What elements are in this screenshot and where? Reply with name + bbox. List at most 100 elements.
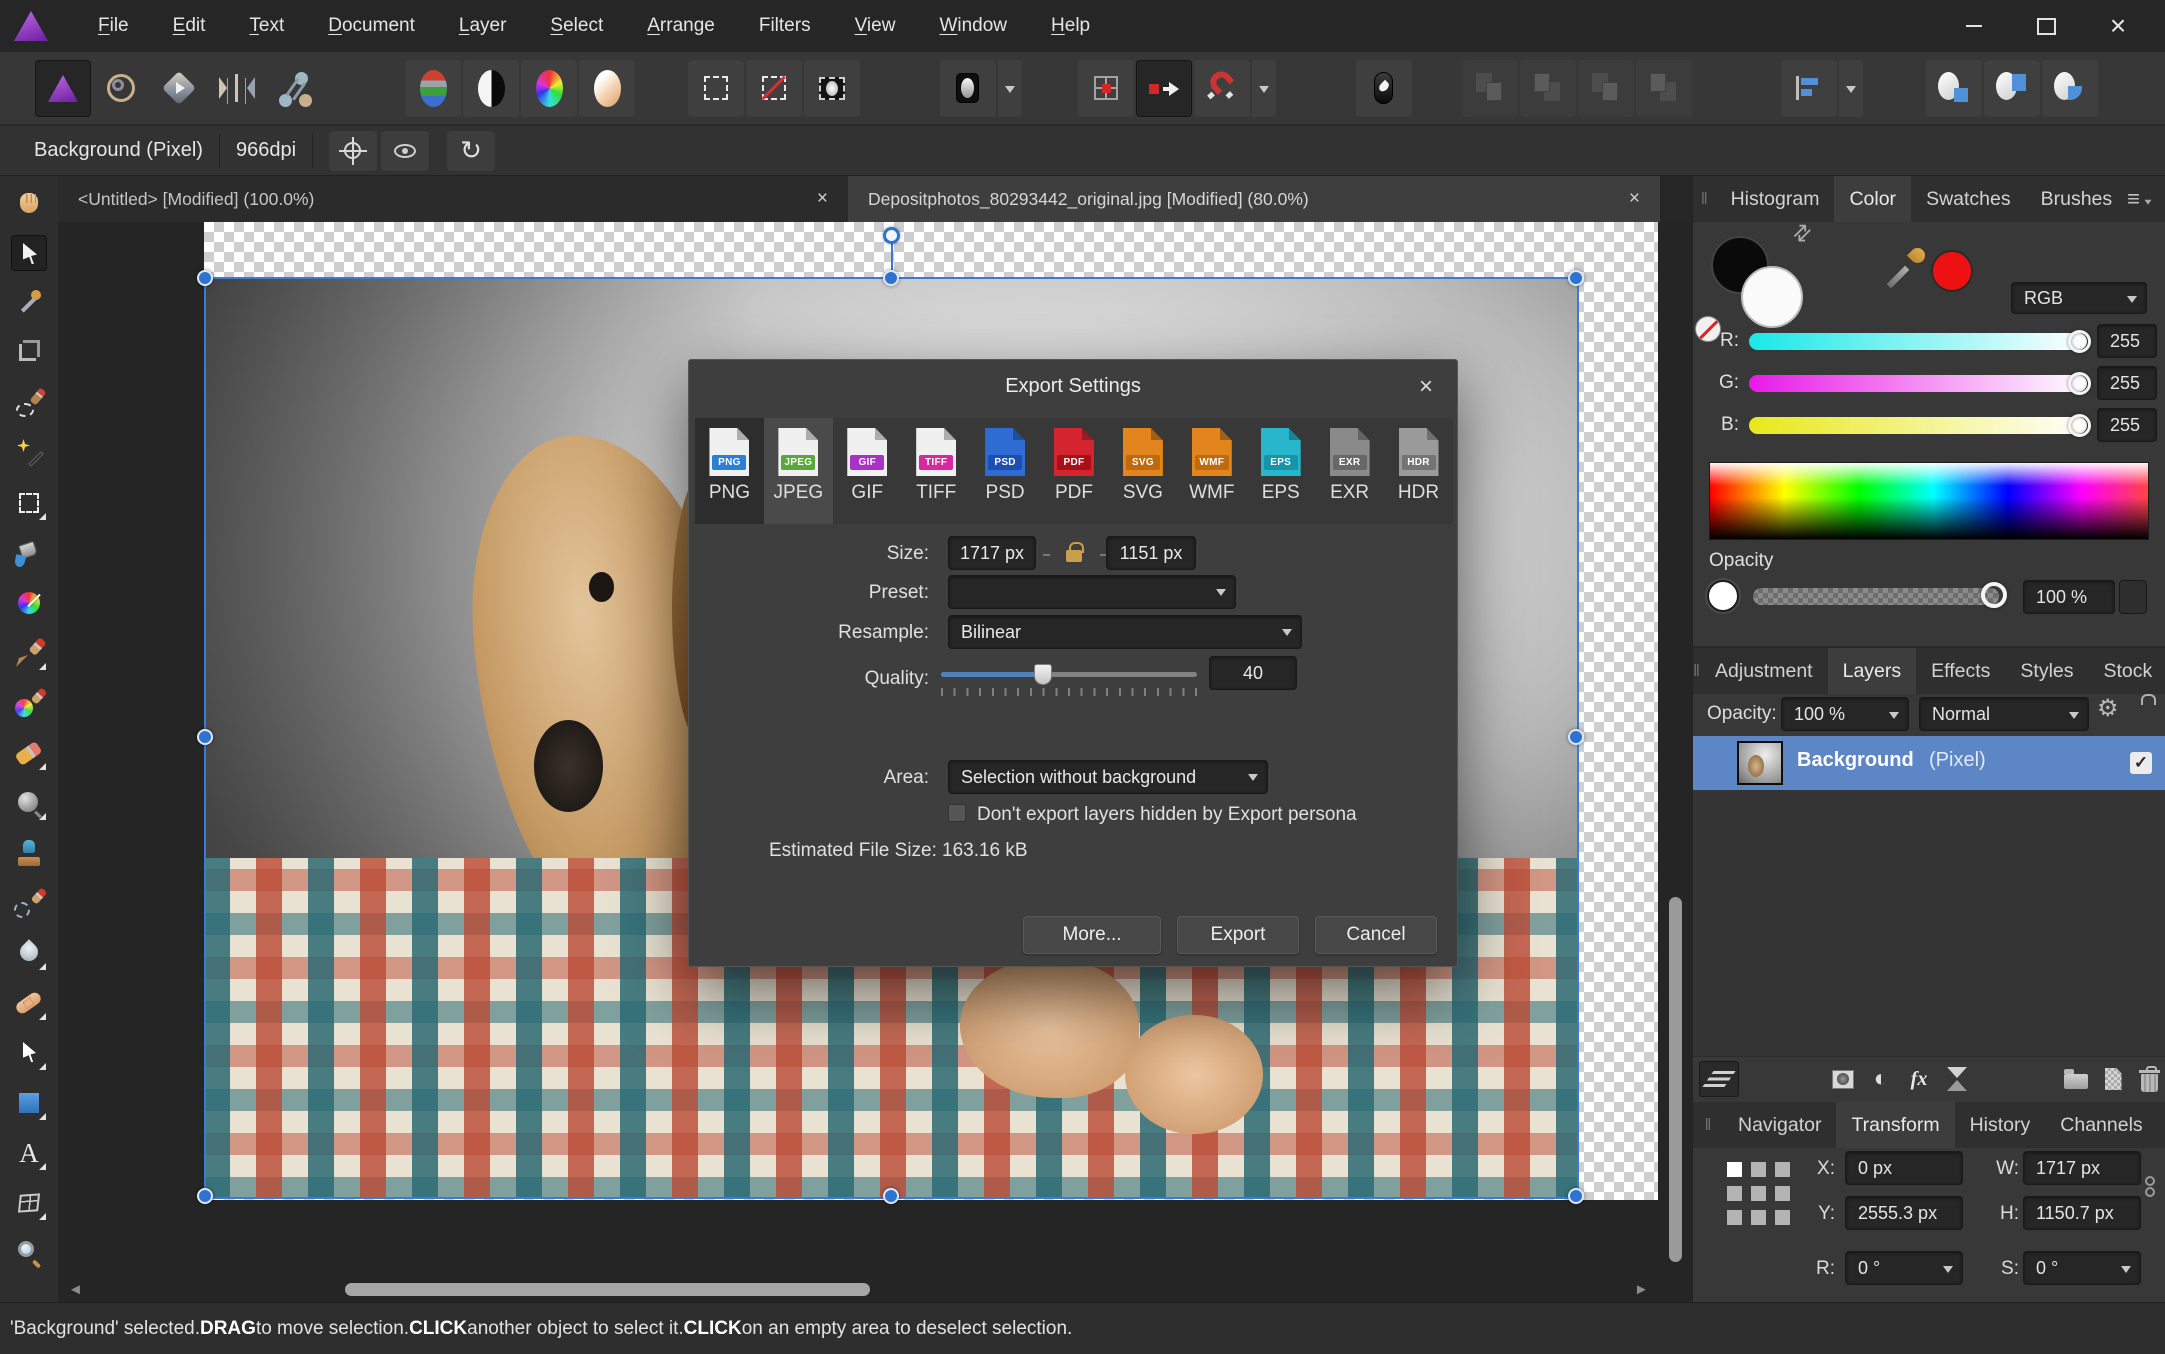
menu-document[interactable]: Document [306,7,437,45]
menu-arrange[interactable]: Arrange [625,7,737,45]
horizontal-scrollbar[interactable] [345,1283,870,1296]
format-wmf[interactable]: WMF WMF [1177,418,1246,524]
cancel-button[interactable]: Cancel [1315,916,1437,954]
tab-styles[interactable]: Styles [2005,648,2088,694]
format-pdf[interactable]: PDF PDF [1040,418,1109,524]
move-tool[interactable] [11,235,47,271]
photo-persona-button[interactable] [35,60,91,117]
tab-transform[interactable]: Transform [1836,1102,1955,1148]
marquee-tool[interactable] [11,485,47,521]
quality-slider-thumb[interactable] [1034,664,1053,685]
layer-row-background[interactable]: Background (Pixel) ✓ [1693,736,2165,790]
swap-colors-icon[interactable]: ⇄ [1787,217,1818,248]
delete-layer-button[interactable] [2133,1058,2165,1100]
format-psd[interactable]: PSD PSD [971,418,1040,524]
flood-select-tool[interactable] [11,435,47,471]
y-input[interactable]: 2555.3 px [1845,1196,1963,1230]
menu-file[interactable]: File [76,7,151,45]
format-eps[interactable]: EPS EPS [1246,418,1315,524]
resample-dropdown[interactable]: Bilinear [948,615,1302,649]
white-balance-adjustment-button[interactable] [579,60,635,117]
export-persona-button[interactable] [267,60,323,117]
black-white-adjustment-button[interactable] [463,60,519,117]
opacity-swatch[interactable] [1707,580,1739,612]
crop-tool[interactable] [11,335,47,371]
dodge-brush-tool[interactable] [11,785,47,821]
levels-adjustment-button[interactable] [405,60,461,117]
erase-brush-tool[interactable] [11,735,47,771]
undo-brush-tool[interactable] [11,885,48,921]
format-hdr[interactable]: HDR HDR [1384,418,1453,524]
slider-track[interactable] [1749,414,2091,437]
slider-value[interactable]: 255 [2097,408,2157,442]
blend-mode-dropdown[interactable]: Normal [1919,697,2089,731]
color-spectrum[interactable] [1709,462,2149,540]
anchor-point-selector[interactable] [1727,1162,1790,1225]
shear-dropdown[interactable]: 0 ° [2023,1251,2141,1285]
snapping-dropdown-arrow[interactable] [1252,60,1276,117]
text-tool[interactable] [11,1135,47,1171]
tab-histogram[interactable]: Histogram [1716,176,1835,222]
opacity-dropdown-arrow[interactable] [2119,580,2147,614]
alignment-button[interactable] [1781,60,1837,117]
opacity-value[interactable]: 100 % [2023,580,2115,614]
more-button[interactable]: More... [1023,916,1161,954]
maximize-button[interactable] [2033,13,2059,39]
gradient-tool[interactable] [11,585,47,621]
mask-dropdown-arrow[interactable] [998,60,1022,117]
dont-export-hidden-checkbox[interactable] [948,804,966,822]
blur-tool[interactable] [11,935,47,971]
transform-origin-button[interactable] [329,130,378,171]
collapse-icon[interactable]: ‖ [1693,648,1700,694]
menu-select[interactable]: Select [528,7,625,45]
view-tool[interactable] [11,185,47,221]
adjustment-layer-button[interactable]: ◐ [1865,1058,1897,1100]
live-filter-button[interactable] [1941,1058,1973,1100]
new-layer-button[interactable] [2097,1058,2129,1100]
tab-brushes[interactable]: Brushes [2026,176,2128,222]
paint-brush-tool[interactable] [11,635,47,671]
link-dimensions-icon[interactable] [2145,1176,2155,1197]
format-exr[interactable]: EXR EXR [1315,418,1384,524]
aspect-lock[interactable] [1043,542,1107,568]
rectangle-tool[interactable] [11,1085,47,1121]
tab-adjustment[interactable]: Adjustment [1700,648,1828,694]
invert-selection-button[interactable] [804,60,860,117]
menu-view[interactable]: View [833,7,918,45]
format-tiff[interactable]: TIFF TIFF [902,418,971,524]
tab-untitled[interactable]: <Untitled> [Modified] (100.0%) × [58,176,848,222]
zoom-tool[interactable] [11,1235,47,1271]
quality-value-input[interactable]: 40 [1209,656,1297,690]
close-button[interactable]: × [2105,12,2131,40]
format-svg[interactable]: SVG SVG [1108,418,1177,524]
collapse-icon[interactable]: ‖ [1693,176,1716,222]
mask-layer-button[interactable] [1827,1058,1859,1100]
area-dropdown[interactable]: Selection without background [948,760,1268,794]
vertical-scrollbar[interactable] [1669,897,1682,1262]
tab-swatches[interactable]: Swatches [1911,176,2026,222]
export-width-input[interactable]: 1717 px [948,536,1036,570]
slider-thumb[interactable] [2068,414,2091,437]
opacity-slider-thumb[interactable] [1981,582,2007,608]
collapse-icon[interactable]: ‖ [1693,1102,1723,1148]
menu-text[interactable]: Text [227,7,306,45]
hide-selection-button[interactable] [381,130,430,171]
tab-color[interactable]: Color [1834,176,1912,222]
selection-brush-tool[interactable] [11,385,47,421]
move-to-front-button[interactable] [1462,60,1518,117]
menu-help[interactable]: Help [1029,7,1112,45]
layers-stack-button[interactable] [1699,1061,1739,1097]
move-by-whole-pixels-button[interactable] [1136,60,1192,117]
quality-slider[interactable] [941,664,1197,696]
menu-filters[interactable]: Filters [737,7,833,45]
hsl-adjustment-button[interactable] [521,60,577,117]
h-input[interactable]: 1150.7 px [2023,1196,2141,1230]
minimize-button[interactable] [1961,13,1987,39]
blend-options-gear-icon[interactable]: ⚙ [2097,694,2119,723]
color-picker-icon[interactable] [1879,244,1929,298]
color-mode-dropdown[interactable]: RGB [2011,282,2147,314]
format-png[interactable]: PNG PNG [695,418,764,524]
select-all-button[interactable] [688,60,744,117]
tab-close-icon[interactable]: × [797,188,828,210]
x-input[interactable]: 0 px [1845,1151,1963,1185]
